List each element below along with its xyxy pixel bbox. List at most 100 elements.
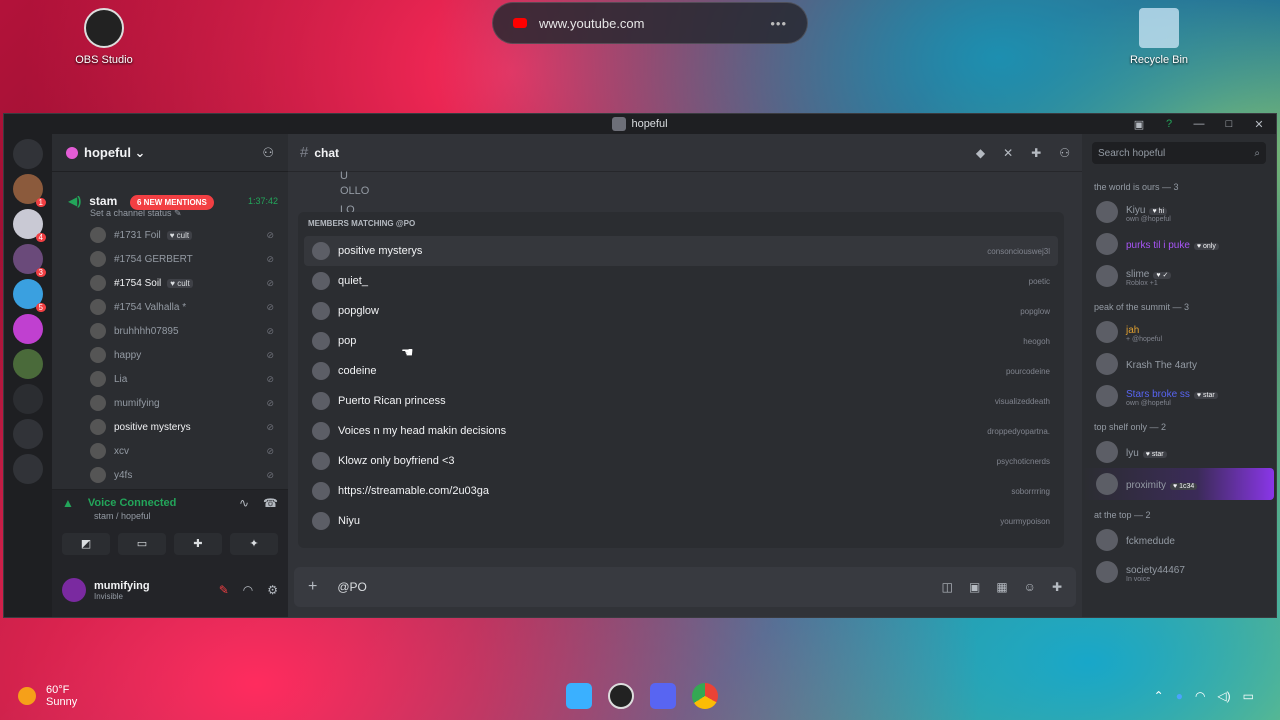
close-button[interactable]: ✕	[1248, 118, 1270, 131]
autocomplete-item[interactable]: Klowz only boyfriend <3 psychoticnerds	[304, 446, 1058, 476]
sticker-icon[interactable]: ▦	[996, 580, 1007, 594]
discord-home-icon[interactable]	[13, 139, 43, 169]
gift-icon[interactable]: ◫	[942, 580, 953, 594]
member-item[interactable]: lyu ♥ star	[1082, 436, 1276, 468]
desktop-icon-obs[interactable]: OBS Studio	[59, 8, 149, 66]
mute-icon[interactable]: ✎	[219, 583, 229, 597]
noise-suppression-icon[interactable]: ∿	[239, 496, 249, 510]
server-icon[interactable]	[13, 314, 43, 344]
member-item[interactable]: jah + @hopeful	[1082, 316, 1276, 348]
autocomplete-item[interactable]: popglow popglow	[304, 296, 1058, 326]
server-icon[interactable]: 1	[13, 174, 46, 207]
autocomplete-item[interactable]: Niyu yourmypoison	[304, 506, 1058, 536]
voice-user[interactable]: happy ⊘	[52, 343, 288, 367]
notification-bell-icon[interactable]: ✕	[1003, 146, 1013, 160]
emoji-icon[interactable]: ☺	[1024, 580, 1036, 594]
discord-taskbar-icon[interactable]	[650, 683, 676, 709]
threads-icon[interactable]: ◆	[976, 146, 985, 160]
member-display-name: https://streamable.com/2u03ga	[338, 485, 490, 497]
server-rail: 1 4 3 5	[4, 134, 52, 617]
autocomplete-item[interactable]: quiet_ poetic	[304, 266, 1058, 296]
url-bar[interactable]: www.youtube.com •••	[492, 2, 808, 44]
activities-button[interactable]: ✚	[174, 533, 222, 555]
soundboard-button[interactable]: ✦	[230, 533, 278, 555]
muted-icon: ⊘	[266, 397, 274, 408]
member-item[interactable]: Stars broke ss ♥ star own @hopeful	[1082, 380, 1276, 412]
member-item[interactable]: society44467 In voice	[1082, 556, 1276, 588]
muted-icon: ⊘	[266, 445, 274, 456]
windows-start-icon[interactable]	[566, 683, 592, 709]
member-item[interactable]: proximity ♥ 1c34	[1082, 468, 1274, 500]
autocomplete-item[interactable]: Puerto Rican princess visualizeddeath	[304, 386, 1058, 416]
server-icon[interactable]: 5	[13, 279, 46, 312]
obs-taskbar-icon[interactable]	[608, 683, 634, 709]
volume-icon[interactable]: ◁)	[1217, 689, 1230, 703]
desktop-icon-recycle-bin[interactable]: Recycle Bin	[1114, 8, 1204, 66]
invite-icon[interactable]: ⚇	[262, 145, 274, 161]
voice-user[interactable]: y4fs ⊘	[52, 463, 288, 487]
channel-status-hint[interactable]: Set a channel status ✎	[52, 208, 288, 223]
member-item[interactable]: fckmedude	[1082, 524, 1276, 556]
maximize-button[interactable]: □	[1218, 118, 1240, 130]
server-icon[interactable]: 4	[13, 209, 46, 242]
member-list-icon[interactable]: ⚇	[1059, 146, 1070, 160]
member-group-title: at the top — 2	[1094, 510, 1151, 520]
member-item[interactable]: slime ♥ ✓ Roblox +1	[1082, 260, 1276, 292]
battery-icon[interactable]: ▭	[1243, 689, 1254, 703]
voice-user[interactable]: positive mysterys ⊘	[52, 415, 288, 439]
autocomplete-item[interactable]: Voices n my head makin decisions droppedy…	[304, 416, 1058, 446]
autocomplete-item[interactable]: https://streamable.com/2u03ga soborrrring	[304, 476, 1058, 506]
voice-user[interactable]: #1754 Soil ♥ cult ⊘	[52, 271, 288, 295]
avatar	[1096, 385, 1118, 407]
member-item[interactable]: purks til i puke ♥ only	[1082, 228, 1276, 260]
discover-icon[interactable]	[13, 454, 43, 484]
gif-icon[interactable]: ▣	[969, 580, 980, 594]
new-mentions-badge[interactable]: 6 NEW MENTIONS	[130, 195, 214, 210]
voice-user[interactable]: #1754 GERBERT ⊘	[52, 247, 288, 271]
avatar[interactable]	[62, 578, 86, 602]
server-icon[interactable]	[13, 349, 43, 379]
voice-user-name: bruhhhh07895	[114, 325, 179, 337]
message-input[interactable]	[337, 580, 538, 594]
help-icon[interactable]: ?	[1158, 118, 1180, 130]
autocomplete-item[interactable]: positive mysterys consonciouswej3l	[304, 236, 1058, 266]
member-username: heogoh	[1023, 336, 1050, 346]
search-input[interactable]: Search hopeful ⌕	[1092, 142, 1266, 164]
voice-user[interactable]: bruhhhh07895 ⊘	[52, 319, 288, 343]
voice-user-list: #1731 Foil ♥ cult ⊘ #1754 GERBERT ⊘ #1754 Soi…	[52, 223, 288, 487]
voice-user[interactable]: mumifying ⊘	[52, 391, 288, 415]
disconnect-icon[interactable]: ☎	[263, 496, 278, 510]
headset-icon[interactable]: ◠	[243, 583, 253, 597]
member-item[interactable]: Kiyu ♥ hi own @hopeful	[1082, 196, 1276, 228]
member-name: society44467	[1126, 564, 1185, 576]
screen-share-button[interactable]: ▭	[118, 533, 166, 555]
mouse-cursor-icon: ☚	[401, 344, 414, 360]
member-item[interactable]: Krash The 4arty	[1082, 348, 1276, 380]
server-icon[interactable]	[13, 384, 43, 414]
camera-button[interactable]: ◩	[62, 533, 110, 555]
server-icon[interactable]: 3	[13, 244, 46, 277]
apps-icon[interactable]: ✚	[1052, 580, 1062, 594]
weather-widget[interactable]: 60°F Sunny	[18, 684, 77, 708]
member-name: jah	[1126, 324, 1140, 336]
chevron-up-icon[interactable]: ⌃	[1154, 689, 1164, 703]
muted-icon: ⊘	[266, 421, 274, 432]
autocomplete-item[interactable]: pop heogoh	[304, 326, 1058, 356]
minimize-button[interactable]: —	[1188, 118, 1210, 130]
avatar	[1096, 265, 1118, 287]
chrome-taskbar-icon[interactable]	[692, 683, 718, 709]
attach-plus-icon[interactable]: +	[308, 578, 317, 596]
settings-gear-icon[interactable]: ⚙	[267, 583, 278, 597]
voice-user[interactable]: #1754 Valhalla * ⊘	[52, 295, 288, 319]
wifi-icon[interactable]: ◠	[1195, 689, 1205, 703]
server-header[interactable]: hopeful ⌄ ⚇	[52, 134, 288, 172]
voice-user[interactable]: Lia ⊘	[52, 367, 288, 391]
voice-user[interactable]: xcv ⊘	[52, 439, 288, 463]
microphone-icon[interactable]: ●	[1176, 689, 1183, 703]
add-server-icon[interactable]	[13, 419, 43, 449]
more-icon[interactable]: •••	[770, 16, 787, 31]
inbox-icon[interactable]: ▣	[1128, 118, 1150, 131]
pin-icon[interactable]: ✚	[1031, 146, 1041, 160]
autocomplete-item[interactable]: codeine pourcodeine	[304, 356, 1058, 386]
voice-user[interactable]: #1731 Foil ♥ cult ⊘	[52, 223, 288, 247]
